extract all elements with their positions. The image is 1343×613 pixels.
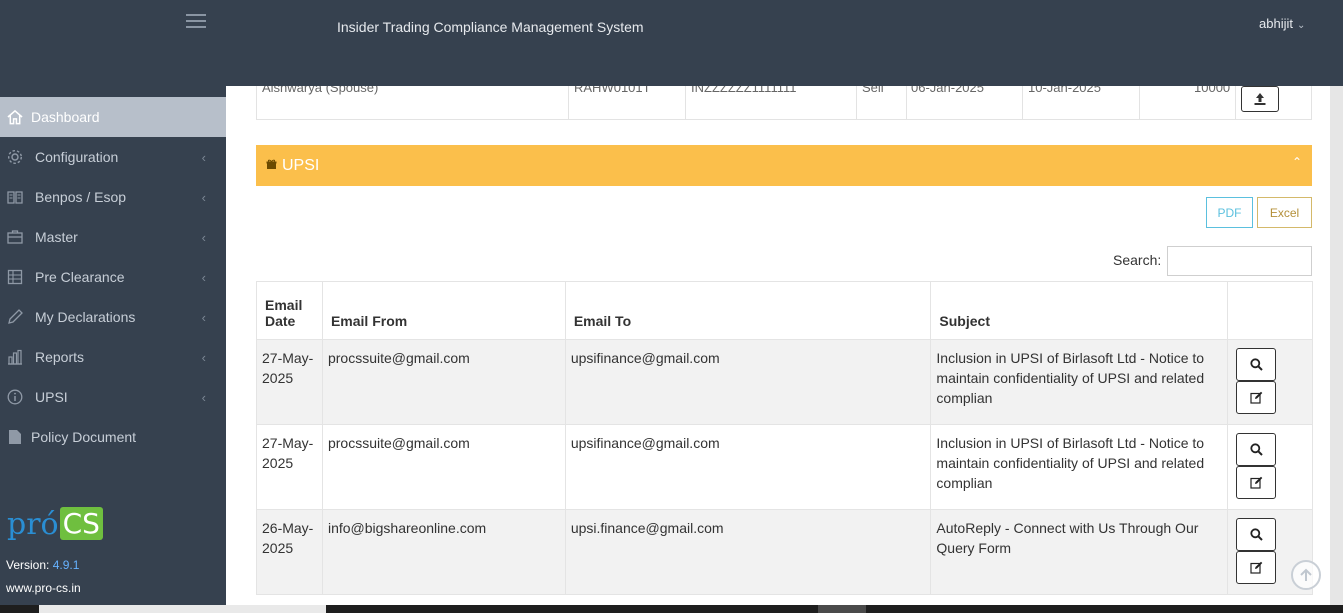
chevron-up-icon[interactable]: ⌃ (1292, 155, 1302, 169)
arrow-up-icon (1300, 568, 1312, 581)
cell-email-date: 27-May-2025 (256, 424, 323, 510)
view-button[interactable] (1236, 433, 1277, 466)
os-taskbar (0, 605, 1343, 613)
view-button[interactable] (1236, 348, 1277, 381)
gift-icon (266, 159, 277, 173)
cell-email-from: info@bigshareonline.com (321, 509, 566, 595)
sidebar-item-label: Pre Clearance (35, 269, 125, 285)
upsi-title: UPSI (282, 156, 320, 174)
table-icon (7, 269, 23, 285)
book-icon (7, 189, 23, 205)
cell-subject: Inclusion in UPSI of Birlasoft Ltd - Not… (930, 339, 1229, 425)
sidebar-item-dashboard[interactable]: Dashboard (0, 97, 226, 137)
edit-button[interactable] (1236, 466, 1277, 499)
view-button[interactable] (1236, 518, 1277, 551)
procs-logo: pró CS (7, 507, 103, 542)
cell-actions (1227, 424, 1313, 510)
cell-email-date: 26-May-2025 (256, 509, 323, 595)
sidebar-item-policy-document[interactable]: Policy Document (0, 417, 226, 457)
previous-table-row: Aishwarya (Spouse) RAHW0101T INZZZZZZ111… (256, 86, 1312, 120)
sidebar-item-label: Reports (35, 349, 85, 365)
edit-icon (1249, 561, 1262, 574)
sidebar-item-label: Dashboard (31, 109, 100, 125)
gear-icon (7, 149, 23, 165)
sidebar: Dashboard Configuration ‹ Benpos / Esop … (0, 86, 226, 613)
page-scrollbar[interactable] (1330, 86, 1343, 605)
user-name: abhijit (1259, 16, 1293, 31)
sidebar-item-label: Configuration (35, 149, 119, 165)
excel-export-button[interactable]: Excel (1257, 197, 1312, 228)
chevron-left-icon: ‹ (201, 149, 206, 165)
search-icon (1249, 443, 1263, 456)
app-title: Insider Trading Compliance Management Sy… (337, 19, 644, 35)
chevron-left-icon: ‹ (201, 349, 206, 365)
search-icon (1249, 528, 1263, 541)
chevron-left-icon: ‹ (201, 389, 206, 405)
sidebar-item-label: Policy Document (31, 429, 137, 445)
top-header: Insider Trading Compliance Management Sy… (0, 0, 1343, 86)
bar-chart-icon (7, 349, 23, 365)
column-header-actions (1227, 281, 1313, 340)
chevron-left-icon: ‹ (201, 269, 206, 285)
upload-button[interactable] (1241, 86, 1279, 112)
sidebar-item-benpos-esop[interactable]: Benpos / Esop ‹ (0, 177, 226, 217)
sidebar-item-master[interactable]: Master ‹ (0, 217, 226, 257)
upsi-email-table: Email Date Email From Email To Subject 2… (256, 281, 1313, 595)
cell-email-to: upsifinance@gmail.com (564, 339, 932, 425)
taskbar-window[interactable] (39, 605, 326, 613)
edit-icon (1249, 476, 1262, 489)
sidebar-item-label: UPSI (35, 389, 68, 405)
info-icon (7, 389, 23, 405)
document-icon (7, 429, 23, 445)
table-row: 27-May-2025 procssuite@gmail.com upsifin… (256, 424, 1313, 510)
scroll-to-top-button[interactable] (1291, 560, 1321, 590)
upload-icon (1254, 93, 1266, 105)
cell-actions (1227, 339, 1313, 425)
column-header-subject[interactable]: Subject (930, 281, 1229, 340)
cell-email-from: procssuite@gmail.com (321, 424, 566, 510)
column-header-email-to[interactable]: Email To (564, 281, 932, 340)
search-label: Search: (1113, 252, 1162, 268)
sidebar-item-configuration[interactable]: Configuration ‹ (0, 137, 226, 177)
chevron-left-icon: ‹ (201, 309, 206, 325)
taskbar-window[interactable] (818, 605, 866, 613)
version-number: 4.9.1 (52, 558, 80, 572)
briefcase-icon (7, 229, 23, 245)
table-header-row: Email Date Email From Email To Subject (256, 281, 1313, 340)
table-row: 27-May-2025 procssuite@gmail.com upsifin… (256, 339, 1313, 425)
table-row: 26-May-2025 info@bigshareonline.com upsi… (256, 509, 1313, 595)
home-icon (7, 109, 23, 125)
cell-email-date: 27-May-2025 (256, 339, 323, 425)
edit-button[interactable] (1236, 381, 1277, 414)
cell-email-to: upsifinance@gmail.com (564, 424, 932, 510)
upsi-panel-header[interactable]: UPSI ⌃ (256, 145, 1312, 186)
cell-email-to: upsi.finance@gmail.com (564, 509, 932, 595)
cell-email-from: procssuite@gmail.com (321, 339, 566, 425)
cell-subject: AutoReply - Connect with Us Through Our … (930, 509, 1229, 595)
column-header-email-date[interactable]: Email Date (256, 281, 323, 340)
chevron-left-icon: ‹ (201, 189, 206, 205)
pencil-icon (7, 309, 23, 325)
sidebar-item-label: Master (35, 229, 78, 245)
sidebar-item-label: My Declarations (35, 309, 136, 325)
sidebar-item-label: Benpos / Esop (35, 189, 127, 205)
version-info: Version: 4.9.1 (6, 558, 80, 572)
search-icon (1249, 358, 1263, 371)
edit-button[interactable] (1236, 551, 1277, 584)
sidebar-item-reports[interactable]: Reports ‹ (0, 337, 226, 377)
sidebar-item-my-declarations[interactable]: My Declarations ‹ (0, 297, 226, 337)
hamburger-menu-icon[interactable] (186, 14, 206, 30)
sidebar-item-upsi[interactable]: UPSI ‹ (0, 377, 226, 417)
chevron-left-icon: ‹ (201, 229, 206, 245)
chevron-down-icon: ⌄ (1296, 20, 1306, 31)
website-text: www.pro-cs.in (6, 581, 81, 595)
edit-icon (1249, 391, 1262, 404)
sidebar-item-pre-clearance[interactable]: Pre Clearance ‹ (0, 257, 226, 297)
pdf-export-button[interactable]: PDF (1206, 197, 1253, 228)
user-menu[interactable]: abhijit ⌄ (1259, 16, 1305, 31)
main-content: Aishwarya (Spouse) RAHW0101T INZZZZZZ111… (226, 86, 1343, 605)
search-input[interactable] (1167, 246, 1312, 276)
cell-subject: Inclusion in UPSI of Birlasoft Ltd - Not… (930, 424, 1229, 510)
column-header-email-from[interactable]: Email From (321, 281, 566, 340)
